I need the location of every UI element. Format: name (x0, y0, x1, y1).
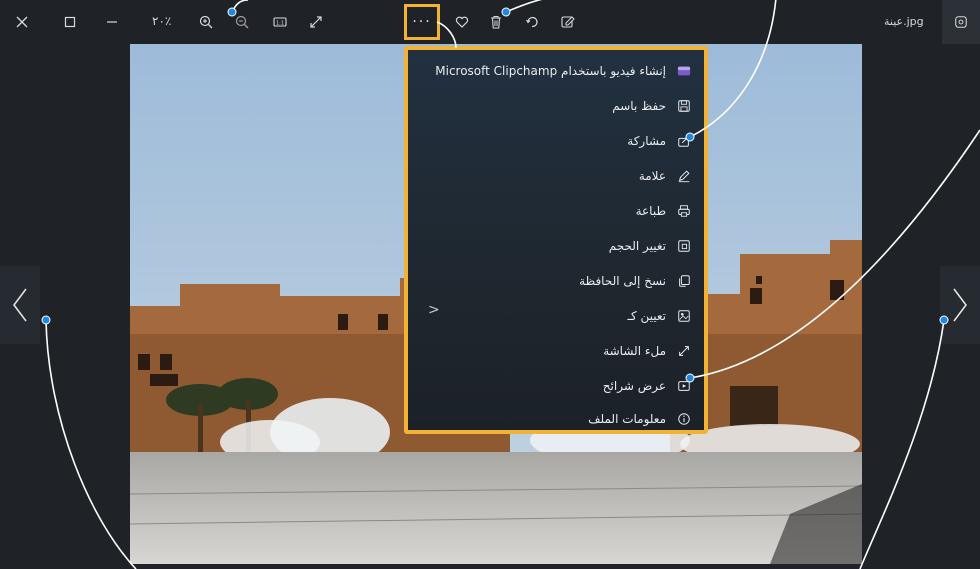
edit-image-icon (561, 16, 575, 28)
zoom-in-icon (199, 15, 213, 29)
menu-item-label: تغيير الحجم (608, 239, 666, 253)
resize-icon (676, 238, 692, 254)
chevron-right-icon (953, 288, 967, 322)
file-name-label: عينة.jpg (884, 15, 924, 28)
chevron-left-icon: < (428, 302, 440, 318)
menu-item-label: معلومات الملف (588, 412, 666, 426)
expand-icon (310, 16, 322, 28)
menu-item-resize[interactable]: تغيير الحجم (408, 229, 704, 263)
menu-item-label: نسخ إلى الحافظة (579, 274, 666, 288)
rotate-button[interactable] (518, 8, 546, 36)
next-image-button[interactable] (940, 266, 980, 344)
actual-size-button[interactable]: 1:1 (266, 8, 294, 36)
copy-icon (676, 273, 692, 289)
edit-image-button[interactable] (554, 8, 582, 36)
maximize-window-button[interactable] (56, 8, 84, 36)
menu-item-label: مشاركة (627, 134, 666, 148)
see-more-menu: إنشاء فيديو باستخدام Microsoft Clipchamp… (404, 46, 708, 434)
top-toolbar: ٢٠٪ 1:1 ··· عينة.jpg (0, 0, 980, 44)
actual-size-icon: 1:1 (273, 17, 287, 27)
menu-item-slideshow[interactable]: عرض شرائح (408, 369, 704, 403)
callout-dot (41, 315, 51, 325)
photos-app-tab[interactable] (942, 0, 980, 44)
pen-icon (676, 168, 692, 184)
set-as-icon (676, 308, 692, 324)
info-icon (676, 411, 692, 427)
fit-window-button[interactable] (302, 8, 330, 36)
maximize-icon (64, 16, 76, 28)
menu-item-label: تعيين كـ (627, 309, 666, 323)
minimize-window-button[interactable] (98, 8, 126, 36)
close-icon (16, 16, 28, 28)
menu-item-label: طباعة (635, 204, 666, 218)
zoom-out-button[interactable] (228, 8, 256, 36)
share-icon (676, 133, 692, 149)
zoom-in-button[interactable] (192, 8, 220, 36)
menu-item-label: ملء الشاشة (603, 344, 666, 358)
zoom-level-label: ٢٠٪ (152, 14, 172, 28)
trash-icon (491, 15, 501, 29)
menu-item-fullscreen[interactable]: ملء الشاشة (408, 334, 704, 368)
clipchamp-icon (676, 63, 692, 79)
menu-item-label: حفظ باسم (612, 99, 666, 113)
menu-item-copy[interactable]: نسخ إلى الحافظة (408, 264, 704, 298)
menu-item-file-info[interactable]: معلومات الملف (408, 402, 704, 436)
photos-app-icon (955, 16, 967, 28)
menu-item-label: علامة (638, 169, 666, 183)
previous-image-button[interactable] (0, 266, 40, 344)
menu-item-label: إنشاء فيديو باستخدام Microsoft Clipchamp (435, 64, 666, 78)
svg-text:1:1: 1:1 (276, 20, 284, 26)
photos-app-window: ٢٠٪ 1:1 ··· عينة.jpg إنشاء فيديو باستخدا… (0, 0, 980, 569)
fullscreen-icon (676, 343, 692, 359)
minimize-icon (107, 21, 117, 23)
menu-item-markup[interactable]: علامة (408, 159, 704, 193)
chevron-left-icon (13, 288, 27, 322)
save-icon (676, 98, 692, 114)
delete-button[interactable] (482, 8, 510, 36)
menu-item-print[interactable]: طباعة (408, 194, 704, 228)
close-window-button[interactable] (8, 8, 36, 36)
menu-item-set-as[interactable]: تعيين كـ (408, 299, 704, 333)
rotate-icon (526, 16, 538, 28)
zoom-out-icon (235, 15, 249, 29)
heart-icon (455, 16, 469, 28)
menu-item-save-as[interactable]: حفظ باسم (408, 89, 704, 123)
menu-item-clipchamp[interactable]: إنشاء فيديو باستخدام Microsoft Clipchamp (408, 54, 704, 88)
more-button-highlight (404, 4, 440, 40)
favorite-button[interactable] (448, 8, 476, 36)
print-icon (676, 203, 692, 219)
menu-item-label: عرض شرائح (602, 379, 666, 393)
slideshow-icon (676, 378, 692, 394)
menu-item-share[interactable]: مشاركة (408, 124, 704, 158)
